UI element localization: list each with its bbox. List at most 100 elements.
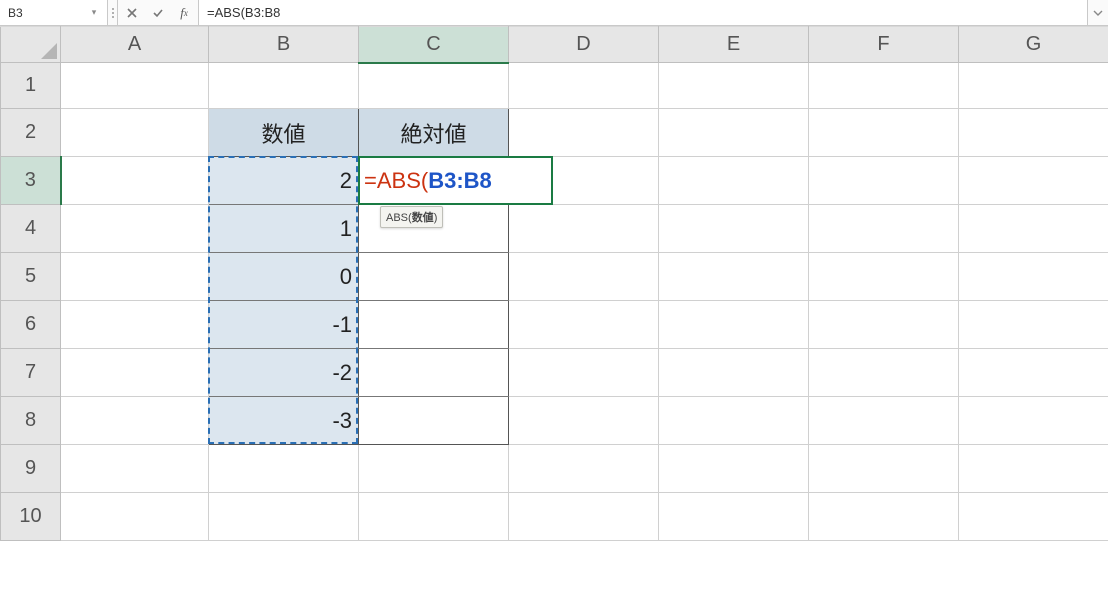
cell-B10[interactable] — [209, 493, 359, 541]
formula-input-text: =ABS(B3:B8 — [207, 5, 280, 20]
row-3: 3 2 =ABS(B3:B8 — [1, 157, 1108, 205]
cell-F8[interactable] — [809, 397, 959, 445]
col-header-E[interactable]: E — [659, 27, 809, 63]
row-header-5[interactable]: 5 — [1, 253, 61, 301]
cell-C5[interactable] — [359, 253, 509, 301]
cell-E7[interactable] — [659, 349, 809, 397]
cell-B2[interactable]: 数値 — [209, 109, 359, 157]
row-header-9[interactable]: 9 — [1, 445, 61, 493]
cell-C9[interactable] — [359, 445, 509, 493]
cell-editor[interactable]: =ABS(B3:B8 — [358, 156, 553, 205]
cell-A7[interactable] — [61, 349, 209, 397]
insert-function-icon[interactable]: fx — [176, 5, 192, 21]
col-header-A[interactable]: A — [61, 27, 209, 63]
cell-C2[interactable]: 絶対値 — [359, 109, 509, 157]
cell-B7[interactable]: -2 — [209, 349, 359, 397]
cell-G5[interactable] — [959, 253, 1108, 301]
cell-G10[interactable] — [959, 493, 1108, 541]
cell-E3[interactable] — [659, 157, 809, 205]
cell-E9[interactable] — [659, 445, 809, 493]
cell-B9[interactable] — [209, 445, 359, 493]
cell-A5[interactable] — [61, 253, 209, 301]
cell-D5[interactable] — [509, 253, 659, 301]
cell-G3[interactable] — [959, 157, 1108, 205]
cell-C1[interactable] — [359, 63, 509, 109]
cell-E5[interactable] — [659, 253, 809, 301]
cell-F7[interactable] — [809, 349, 959, 397]
row-10: 10 — [1, 493, 1108, 541]
row-header-8[interactable]: 8 — [1, 397, 61, 445]
cell-F9[interactable] — [809, 445, 959, 493]
row-header-4[interactable]: 4 — [1, 205, 61, 253]
name-box-dropdown-icon[interactable]: ▾ — [89, 7, 99, 18]
row-6: 6 -1 — [1, 301, 1108, 349]
cell-F5[interactable] — [809, 253, 959, 301]
cell-D1[interactable] — [509, 63, 659, 109]
cell-F6[interactable] — [809, 301, 959, 349]
cell-A9[interactable] — [61, 445, 209, 493]
col-header-F[interactable]: F — [809, 27, 959, 63]
cell-D9[interactable] — [509, 445, 659, 493]
cell-B5[interactable]: 0 — [209, 253, 359, 301]
cell-C3[interactable]: =ABS(B3:B8 — [359, 157, 509, 205]
row-header-6[interactable]: 6 — [1, 301, 61, 349]
cell-D4[interactable] — [509, 205, 659, 253]
cell-C6[interactable] — [359, 301, 509, 349]
row-header-2[interactable]: 2 — [1, 109, 61, 157]
col-header-B[interactable]: B — [209, 27, 359, 63]
cell-F3[interactable] — [809, 157, 959, 205]
cell-B1[interactable] — [209, 63, 359, 109]
cell-F10[interactable] — [809, 493, 959, 541]
formula-input[interactable]: =ABS(B3:B8 — [199, 0, 1088, 25]
cell-E6[interactable] — [659, 301, 809, 349]
select-all-corner[interactable] — [1, 27, 61, 63]
col-header-D[interactable]: D — [509, 27, 659, 63]
formula-bar-handle-icon[interactable] — [108, 0, 118, 25]
row-header-3[interactable]: 3 — [1, 157, 61, 205]
cell-A10[interactable] — [61, 493, 209, 541]
cell-B6[interactable]: -1 — [209, 301, 359, 349]
cell-A6[interactable] — [61, 301, 209, 349]
cell-C7[interactable] — [359, 349, 509, 397]
cell-D7[interactable] — [509, 349, 659, 397]
cell-G8[interactable] — [959, 397, 1108, 445]
cell-D2[interactable] — [509, 109, 659, 157]
cell-F1[interactable] — [809, 63, 959, 109]
row-header-10[interactable]: 10 — [1, 493, 61, 541]
name-box[interactable]: B3 ▾ — [0, 0, 108, 25]
cell-A2[interactable] — [61, 109, 209, 157]
cell-B3[interactable]: 2 — [209, 157, 359, 205]
cell-G9[interactable] — [959, 445, 1108, 493]
cell-E10[interactable] — [659, 493, 809, 541]
cell-E2[interactable] — [659, 109, 809, 157]
col-header-G[interactable]: G — [959, 27, 1108, 63]
cell-G7[interactable] — [959, 349, 1108, 397]
cancel-formula-icon[interactable] — [124, 5, 140, 21]
cell-E4[interactable] — [659, 205, 809, 253]
cell-G1[interactable] — [959, 63, 1108, 109]
cell-C10[interactable] — [359, 493, 509, 541]
row-header-1[interactable]: 1 — [1, 63, 61, 109]
enter-formula-icon[interactable] — [150, 5, 166, 21]
cell-A4[interactable] — [61, 205, 209, 253]
cell-G4[interactable] — [959, 205, 1108, 253]
row-5: 5 0 — [1, 253, 1108, 301]
cell-F2[interactable] — [809, 109, 959, 157]
row-header-7[interactable]: 7 — [1, 349, 61, 397]
cell-B4[interactable]: 1 — [209, 205, 359, 253]
cell-D6[interactable] — [509, 301, 659, 349]
cell-A1[interactable] — [61, 63, 209, 109]
cell-F4[interactable] — [809, 205, 959, 253]
col-header-C[interactable]: C — [359, 27, 509, 63]
cell-B8[interactable]: -3 — [209, 397, 359, 445]
cell-C8[interactable] — [359, 397, 509, 445]
cell-A3[interactable] — [61, 157, 209, 205]
cell-G2[interactable] — [959, 109, 1108, 157]
cell-E8[interactable] — [659, 397, 809, 445]
cell-A8[interactable] — [61, 397, 209, 445]
formula-bar-expand-icon[interactable] — [1088, 0, 1108, 25]
cell-E1[interactable] — [659, 63, 809, 109]
cell-D8[interactable] — [509, 397, 659, 445]
cell-G6[interactable] — [959, 301, 1108, 349]
cell-D10[interactable] — [509, 493, 659, 541]
